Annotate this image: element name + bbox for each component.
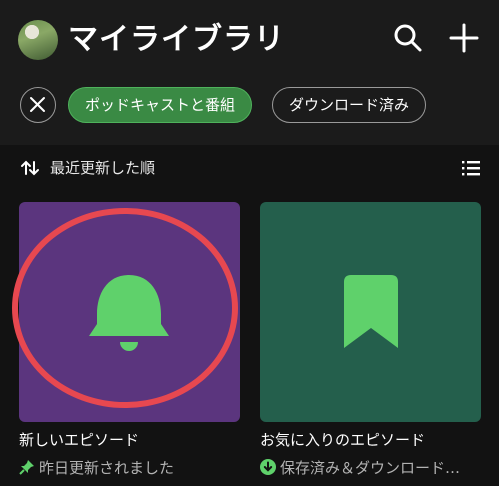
add-button[interactable] xyxy=(448,22,480,54)
download-icon xyxy=(260,459,276,475)
card-title: お気に入りのエピソード xyxy=(260,431,426,449)
bookmark-icon xyxy=(344,275,398,348)
filter-chip-podcasts[interactable]: ポッドキャストと番組 xyxy=(68,87,253,123)
card-subtitle-text: 昨日更新されました xyxy=(39,459,175,477)
header-bar: マイライブラリ ポッドキャストと番組 ダウンロード済み xyxy=(0,0,499,145)
close-icon xyxy=(30,97,45,112)
card-subtitle-text: 保存済み＆ダウンロード… xyxy=(280,459,461,477)
list-view-icon[interactable] xyxy=(461,158,481,178)
search-button[interactable] xyxy=(392,22,424,54)
favorite-episodes-card[interactable] xyxy=(260,202,481,422)
page-title: マイライブラリ xyxy=(68,22,285,57)
card-title: 新しいエピソード xyxy=(19,431,140,449)
highlight-circle xyxy=(12,208,238,408)
clear-filter-button[interactable] xyxy=(20,87,56,123)
sort-row: 最近更新した順 xyxy=(20,156,481,180)
search-icon xyxy=(394,24,422,52)
sort-button[interactable]: 最近更新した順 xyxy=(50,156,155,180)
avatar[interactable] xyxy=(18,20,58,60)
sort-arrows-icon[interactable] xyxy=(20,158,40,178)
plus-icon xyxy=(449,23,479,53)
filter-chip-downloaded[interactable]: ダウンロード済み xyxy=(272,87,427,123)
pin-icon xyxy=(19,460,34,475)
card-subtitle: 保存済み＆ダウンロード… xyxy=(260,458,460,478)
card-subtitle: 昨日更新されました xyxy=(19,458,174,478)
